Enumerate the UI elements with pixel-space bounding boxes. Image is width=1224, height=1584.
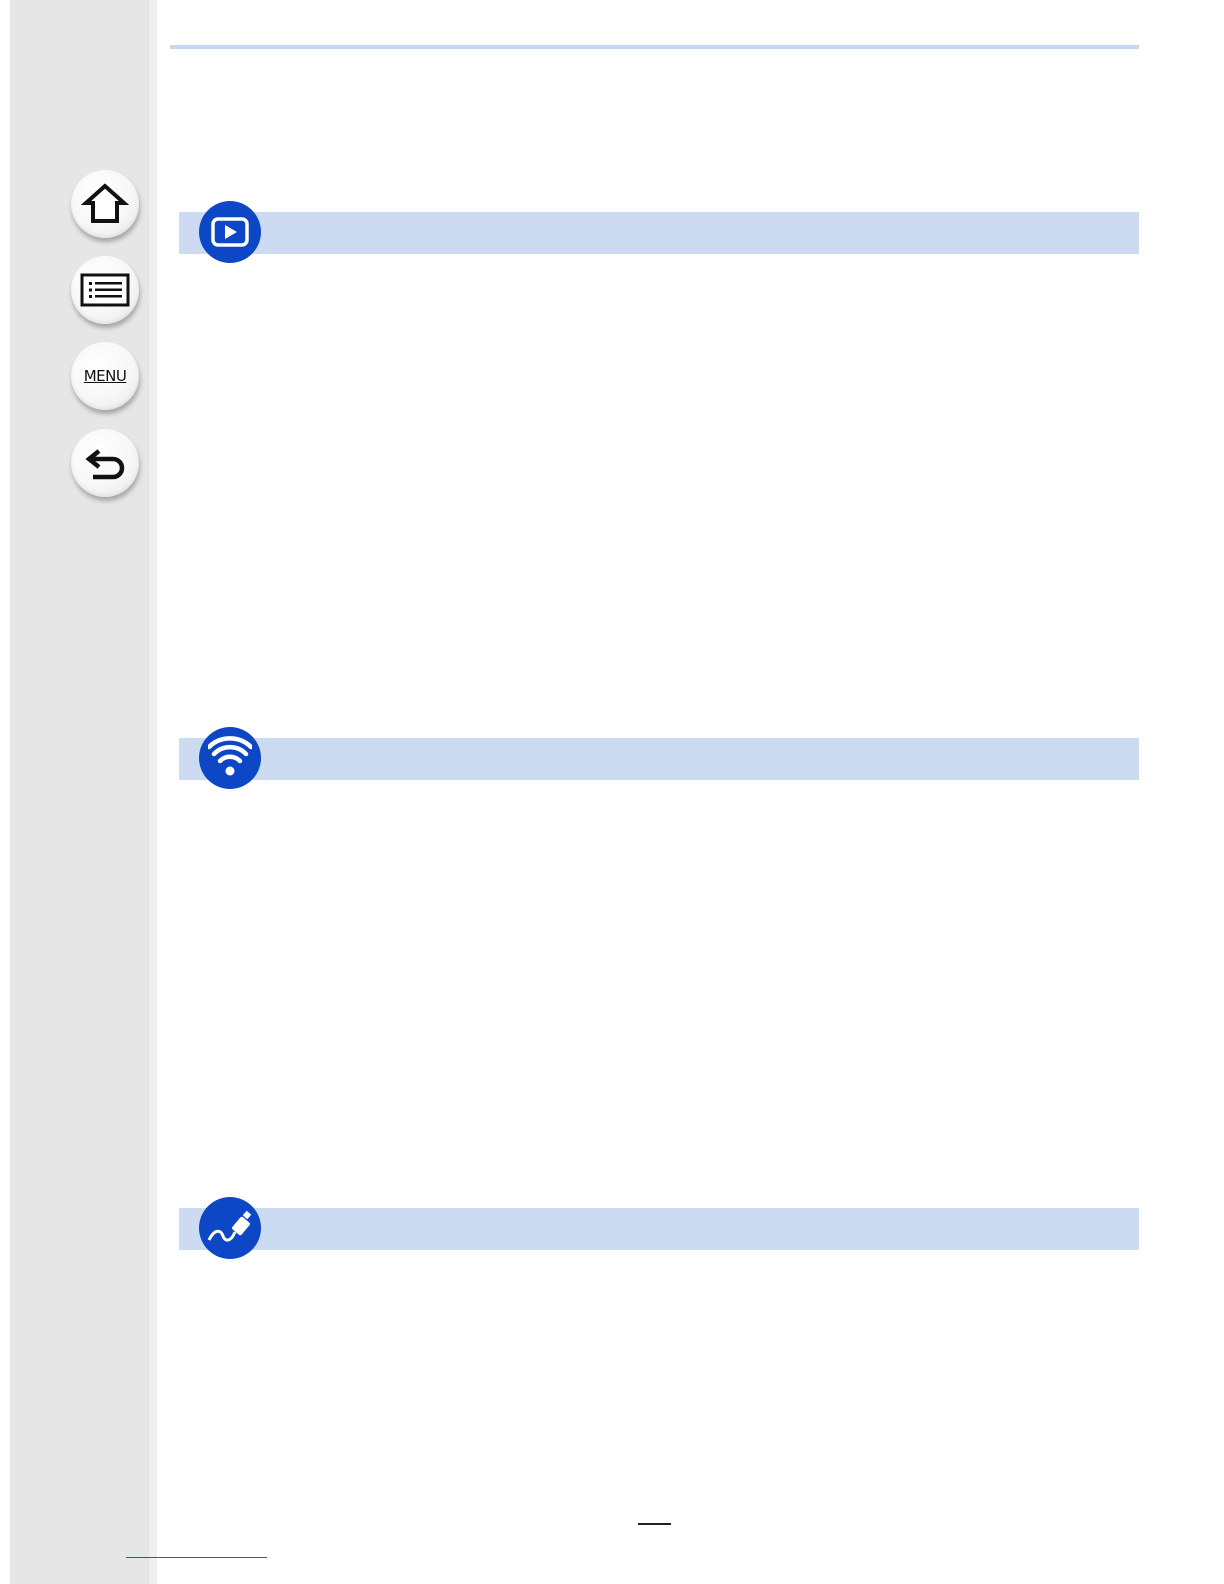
navigation-sidebar <box>10 0 149 1584</box>
back-button[interactable] <box>71 429 139 497</box>
home-icon <box>81 183 129 223</box>
playback-icon <box>211 217 249 247</box>
playback-section-badge <box>199 201 261 263</box>
header-rule <box>170 45 1139 49</box>
connection-section-badge <box>199 1197 261 1259</box>
menu-button[interactable]: MENU <box>71 342 139 410</box>
footer-link[interactable] <box>126 1557 267 1558</box>
wifi-icon <box>208 736 252 776</box>
list-icon <box>80 273 130 307</box>
sidebar-edge <box>149 0 157 1584</box>
menu-icon: MENU <box>83 367 127 385</box>
section-header-connection <box>179 1208 1139 1250</box>
cable-connection-icon <box>207 1210 252 1242</box>
wifi-section-badge <box>199 727 261 789</box>
section-header-playback <box>179 212 1139 254</box>
section-header-wifi <box>179 738 1139 780</box>
return-arrow-icon <box>85 449 125 480</box>
home-button[interactable] <box>71 170 139 238</box>
page-number-mark <box>638 1523 671 1525</box>
contents-button[interactable] <box>71 256 139 324</box>
